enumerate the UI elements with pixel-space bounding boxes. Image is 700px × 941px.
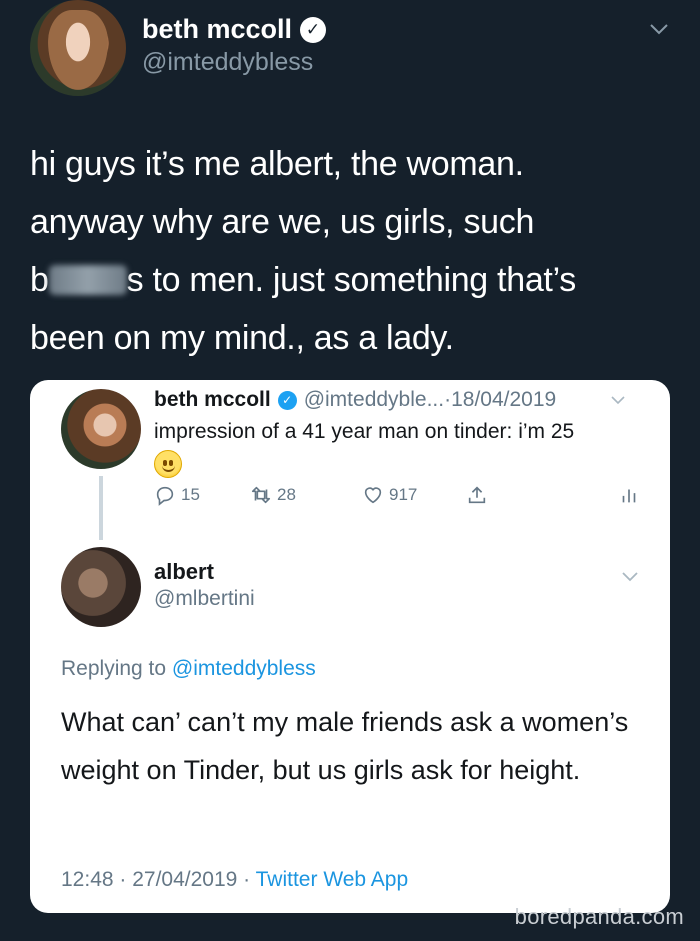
- like-button[interactable]: 917: [362, 484, 417, 506]
- outer-avatar[interactable]: [30, 0, 126, 96]
- outer-text-line: been on my mind., as a lady.: [30, 319, 454, 357]
- like-count: 917: [389, 485, 418, 504]
- reply-tweet-text: What can’ can’t my male friends ask a wo…: [61, 707, 629, 785]
- analytics-icon: [622, 489, 636, 503]
- chevron-down-icon[interactable]: [648, 18, 670, 40]
- outer-text-line: bs to men. just something that’s: [30, 261, 576, 299]
- reply-avatar[interactable]: [61, 547, 141, 627]
- reply-date[interactable]: 27/04/2019: [132, 868, 237, 891]
- quoted-author-name[interactable]: beth mccoll: [154, 388, 271, 412]
- retweet-count: 28: [277, 485, 296, 504]
- verified-icon: ✓: [300, 16, 327, 43]
- source-link[interactable]: Twitter Web App: [256, 868, 409, 891]
- retweet-button[interactable]: 28: [250, 484, 296, 506]
- replying-to-link[interactable]: @imteddybless: [172, 657, 316, 680]
- quoted-avatar[interactable]: [61, 389, 141, 469]
- outer-author-handle[interactable]: @imteddybless: [142, 48, 313, 77]
- censor-blur: [48, 265, 127, 295]
- verified-icon: ✓: [277, 390, 297, 410]
- share-icon: [468, 486, 486, 504]
- retweet-icon: [251, 486, 271, 504]
- quoted-tweet-text: impression of a 41 year man on tinder: i…: [154, 420, 575, 443]
- quoted-date[interactable]: 18/04/2019: [451, 388, 556, 412]
- reply-time[interactable]: 12:48: [61, 868, 114, 891]
- outer-tweet-text: hi guys it’s me albert, the woman. anywa…: [30, 135, 670, 367]
- reply-button[interactable]: 15: [154, 484, 200, 506]
- watermark: boredpanda.com: [514, 904, 684, 929]
- reply-author-name[interactable]: albert: [154, 559, 214, 585]
- quoted-header: beth mccoll ✓ @imteddyble... · 18/04/201…: [154, 388, 557, 412]
- thread-line: [99, 476, 103, 540]
- chevron-down-icon[interactable]: [610, 392, 626, 408]
- reply-count: 15: [181, 485, 200, 504]
- heart-icon: [364, 487, 382, 504]
- outer-text-line: anyway why are we, us girls, such: [30, 203, 535, 241]
- share-button[interactable]: [466, 484, 488, 506]
- smiley-emoji-icon: [154, 450, 182, 478]
- tweet-actions: 15 28 917: [154, 484, 644, 514]
- reply-icon: [156, 486, 174, 506]
- reply-author-handle[interactable]: @mlbertini: [154, 587, 255, 611]
- reply-timestamp: 12:48 · 27/04/2019 · Twitter Web App: [61, 868, 409, 891]
- quoted-tweet-card[interactable]: beth mccoll ✓ @imteddyble... · 18/04/201…: [30, 380, 670, 913]
- outer-author[interactable]: beth mccoll ✓: [142, 14, 327, 45]
- analytics-button[interactable]: [618, 484, 640, 506]
- outer-author-name[interactable]: beth mccoll: [142, 14, 292, 45]
- outer-text-line: hi guys it’s me albert, the woman.: [30, 145, 524, 183]
- replying-to: Replying to @imteddybless: [61, 657, 316, 680]
- chevron-down-icon[interactable]: [620, 566, 640, 586]
- quoted-author-handle[interactable]: @imteddyble...: [304, 388, 444, 412]
